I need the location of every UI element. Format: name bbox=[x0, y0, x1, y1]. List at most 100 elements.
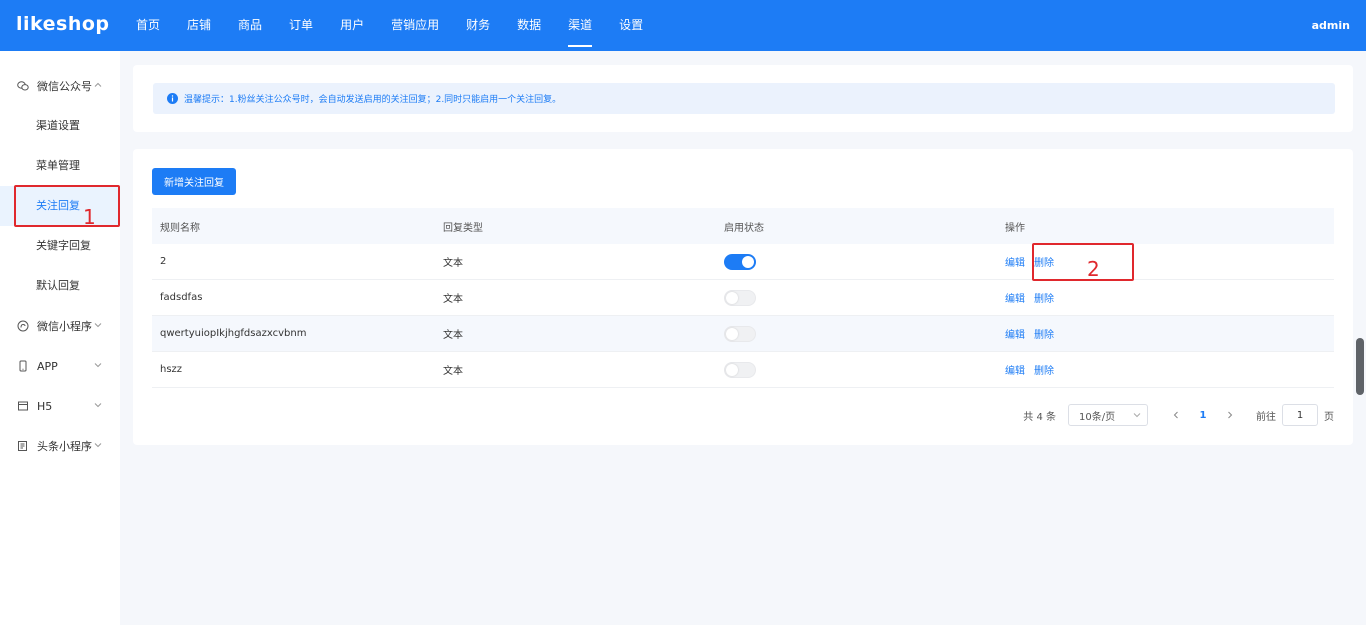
chevron-down-icon bbox=[93, 440, 103, 450]
toggle-knob bbox=[726, 291, 738, 304]
chevron-right-icon bbox=[1228, 411, 1233, 419]
goto-page-input[interactable] bbox=[1282, 404, 1318, 426]
cell-reply-type: 文本 bbox=[443, 258, 463, 269]
cell-rule-name: 2 bbox=[160, 256, 167, 267]
chevron-left-icon bbox=[1173, 411, 1178, 419]
nav-shop[interactable]: 店铺 bbox=[187, 0, 211, 51]
delete-link[interactable]: 删除 bbox=[1034, 362, 1054, 377]
user-menu[interactable]: admin bbox=[1312, 0, 1350, 51]
table-row: fadsdfas 文本 编辑 删除 bbox=[152, 280, 1334, 316]
table-row: qwertyuiopIkjhgfdsazxcvbnm 文本 编辑 删除 bbox=[152, 316, 1334, 352]
edit-link[interactable]: 编辑 bbox=[1005, 326, 1025, 341]
tip-text: 温馨提示：1.粉丝关注公众号时，会自动发送启用的关注回复；2.同时只能启用一个关… bbox=[184, 95, 562, 105]
sidebar-item-channel-settings[interactable]: 渠道设置 bbox=[0, 106, 120, 146]
toggle-knob bbox=[726, 327, 738, 340]
status-toggle[interactable] bbox=[724, 253, 756, 270]
delete-link[interactable]: 删除 bbox=[1034, 290, 1054, 305]
sidebar-group-toutiao[interactable]: 头条小程序 bbox=[0, 426, 120, 466]
follow-reply-table: 规则名称 回复类型 启用状态 操作 2 文本 编辑 删除 fadsdfas 文本… bbox=[152, 208, 1334, 388]
sidebar-group-wechat-official[interactable]: 微信公众号 bbox=[0, 66, 120, 106]
edit-link[interactable]: 编辑 bbox=[1005, 254, 1025, 269]
status-toggle[interactable] bbox=[724, 361, 756, 378]
page-size-value: 10条/页 bbox=[1079, 411, 1116, 423]
annotation-number-2: 2 bbox=[1087, 257, 1100, 281]
cell-reply-type: 文本 bbox=[443, 366, 463, 377]
page-size-select[interactable]: 10条/页 bbox=[1068, 404, 1148, 426]
table-header: 规则名称 回复类型 启用状态 操作 bbox=[152, 208, 1334, 244]
page-number-current[interactable]: 1 bbox=[1188, 404, 1218, 426]
table-row: hszz 文本 编辑 删除 bbox=[152, 352, 1334, 388]
h5-icon bbox=[17, 400, 29, 412]
cell-actions: 编辑 删除 bbox=[997, 290, 1334, 305]
goto-suffix: 页 bbox=[1324, 411, 1334, 423]
status-toggle[interactable] bbox=[724, 325, 756, 342]
cell-reply-type: 文本 bbox=[443, 330, 463, 341]
sidebar-group-label: APP bbox=[37, 359, 58, 373]
status-toggle[interactable] bbox=[724, 289, 756, 306]
page-scrollbar[interactable] bbox=[1356, 338, 1364, 395]
annotation-box-1 bbox=[14, 185, 120, 227]
cell-status bbox=[716, 325, 997, 342]
header-status: 启用状态 bbox=[724, 222, 764, 234]
top-navbar: likeshop 首页 店铺 商品 订单 用户 营销应用 财务 数据 渠道 设置… bbox=[0, 0, 1366, 51]
sidebar-group-label: 微信小程序 bbox=[37, 320, 92, 333]
nav-goods[interactable]: 商品 bbox=[238, 0, 262, 51]
annotation-number-1: 1 bbox=[83, 205, 96, 229]
sidebar-group-label: H5 bbox=[37, 399, 53, 413]
chevron-down-icon bbox=[1133, 411, 1141, 419]
cell-rule-name: fadsdfas bbox=[160, 292, 203, 303]
sidebar-group-label: 头条小程序 bbox=[37, 440, 92, 453]
nav-channel[interactable]: 渠道 bbox=[568, 0, 593, 51]
cell-status bbox=[716, 253, 997, 270]
tip-card: 温馨提示：1.粉丝关注公众号时，会自动发送启用的关注回复；2.同时只能启用一个关… bbox=[133, 65, 1353, 132]
cell-rule-name: qwertyuiopIkjhgfdsazxcvbnm bbox=[160, 328, 307, 339]
chevron-down-icon bbox=[93, 320, 103, 330]
header-actions: 操作 bbox=[1005, 222, 1025, 234]
edit-link[interactable]: 编辑 bbox=[1005, 362, 1025, 377]
toutiao-icon bbox=[17, 440, 29, 452]
nav-data[interactable]: 数据 bbox=[517, 0, 541, 51]
tip-banner: 温馨提示：1.粉丝关注公众号时，会自动发送启用的关注回复；2.同时只能启用一个关… bbox=[153, 83, 1335, 114]
cell-reply-type: 文本 bbox=[443, 294, 463, 305]
goto-label: 前往 bbox=[1256, 411, 1276, 423]
prev-page-button[interactable] bbox=[1164, 404, 1188, 426]
pagination-total: 共 4 条 bbox=[1023, 411, 1056, 423]
cell-actions: 编辑 删除 bbox=[997, 326, 1334, 341]
edit-link[interactable]: 编辑 bbox=[1005, 290, 1025, 305]
sidebar-group-h5[interactable]: H5 bbox=[0, 386, 120, 426]
chevron-down-icon bbox=[93, 400, 103, 410]
main-nav: 首页 店铺 商品 订单 用户 营销应用 财务 数据 渠道 设置 bbox=[136, 0, 670, 51]
cell-status bbox=[716, 289, 997, 306]
nav-users[interactable]: 用户 bbox=[340, 0, 364, 51]
header-reply-type: 回复类型 bbox=[443, 222, 483, 234]
annotation-box-2 bbox=[1032, 243, 1134, 281]
miniprogram-icon bbox=[17, 320, 29, 332]
nav-settings[interactable]: 设置 bbox=[619, 0, 643, 51]
sidebar-group-app[interactable]: APP bbox=[0, 346, 120, 386]
nav-finance[interactable]: 财务 bbox=[466, 0, 490, 51]
delete-link[interactable]: 删除 bbox=[1034, 326, 1054, 341]
nav-orders[interactable]: 订单 bbox=[289, 0, 313, 51]
phone-icon bbox=[17, 360, 29, 372]
toggle-knob bbox=[742, 255, 754, 268]
sidebar-item-keyword-reply[interactable]: 关键字回复 bbox=[0, 226, 120, 266]
sidebar-group-label: 微信公众号 bbox=[37, 80, 92, 93]
cell-rule-name: hszz bbox=[160, 364, 183, 375]
nav-home[interactable]: 首页 bbox=[136, 0, 160, 51]
cell-actions: 编辑 删除 bbox=[997, 362, 1334, 377]
pagination: 共 4 条 10条/页 1 前往 页 bbox=[1023, 403, 1334, 427]
table-row: 2 文本 编辑 删除 bbox=[152, 244, 1334, 280]
add-follow-reply-button[interactable]: 新增关注回复 bbox=[152, 168, 236, 195]
chevron-down-icon bbox=[93, 360, 103, 370]
sidebar-item-menu-management[interactable]: 菜单管理 bbox=[0, 146, 120, 186]
nav-marketing[interactable]: 营销应用 bbox=[391, 0, 439, 51]
cell-status bbox=[716, 361, 997, 378]
sidebar-item-default-reply[interactable]: 默认回复 bbox=[0, 266, 120, 306]
header-rule-name: 规则名称 bbox=[160, 222, 200, 234]
sidebar-group-wechat-miniprogram[interactable]: 微信小程序 bbox=[0, 306, 120, 346]
logo[interactable]: likeshop bbox=[16, 13, 110, 35]
chevron-up-icon bbox=[93, 80, 103, 90]
next-page-button[interactable] bbox=[1218, 404, 1242, 426]
wechat-icon bbox=[17, 80, 29, 92]
follow-reply-card: 新增关注回复 规则名称 回复类型 启用状态 操作 2 文本 编辑 删除 fads… bbox=[133, 149, 1353, 445]
